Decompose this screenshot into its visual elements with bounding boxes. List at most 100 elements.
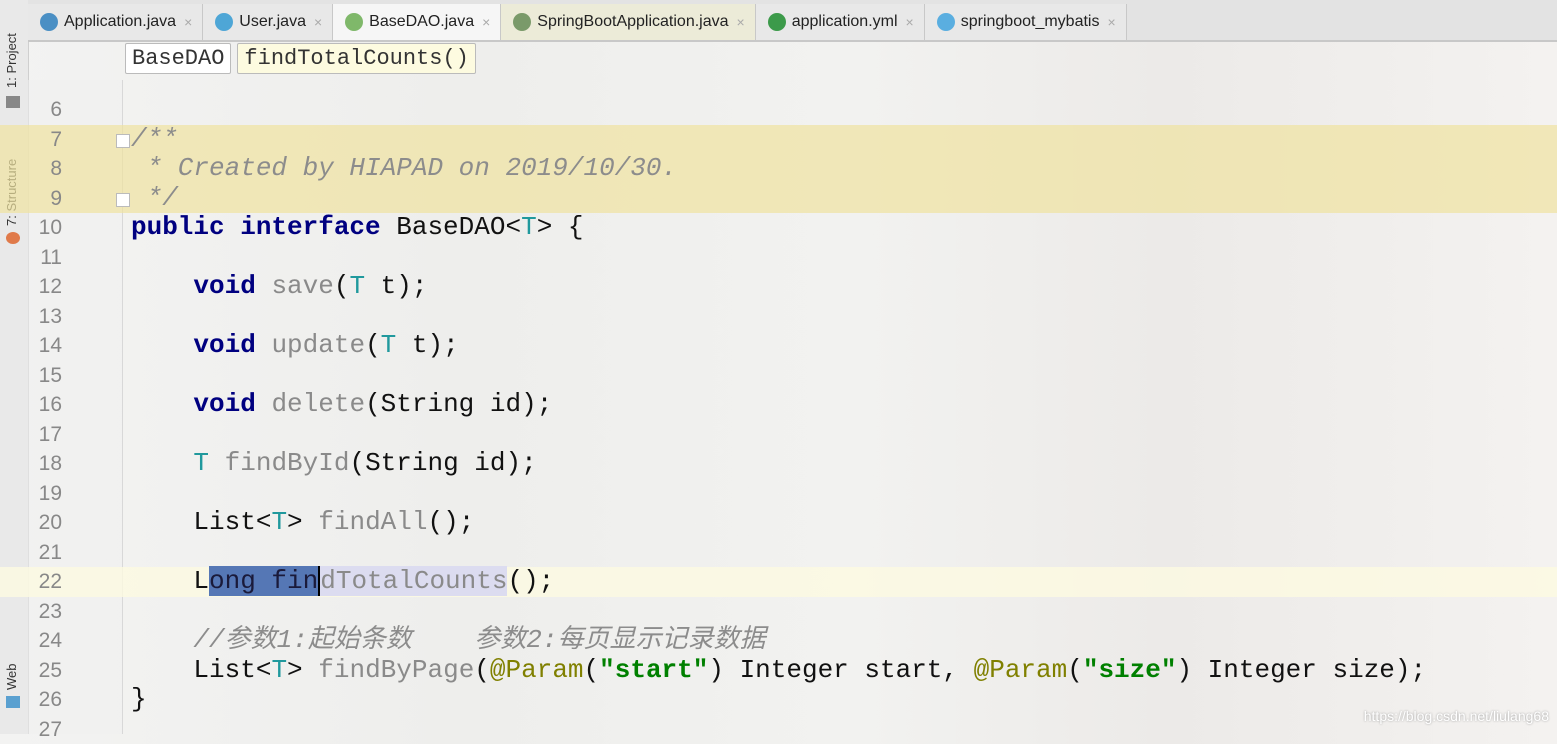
project-tool-button[interactable]: 1: Project <box>4 33 19 88</box>
code-token: ( <box>334 271 350 301</box>
code-line[interactable]: 16 void delete(String id); <box>0 390 1557 420</box>
code-text: /** <box>131 125 178 155</box>
tab-springboot-mybatis[interactable]: springboot_mybatis× <box>925 4 1127 40</box>
code-line[interactable]: 24 //参数1:起始条数 参数2:每页显示记录数据 <box>0 626 1557 656</box>
line-number: 20 <box>28 508 62 538</box>
tab-label: User.java <box>239 13 306 31</box>
code-line[interactable]: 6 <box>0 95 1557 125</box>
fold-marker-icon[interactable] <box>116 134 130 148</box>
fold-marker-icon[interactable] <box>116 193 130 207</box>
code-token: update <box>271 330 365 360</box>
code-line[interactable]: 14 void update(T t); <box>0 331 1557 361</box>
tab-basedao-java[interactable]: BaseDAO.java × <box>333 4 501 40</box>
line-number: 12 <box>28 272 62 302</box>
code-token: BaseDAO< <box>396 212 521 242</box>
code-editor[interactable]: 67/**8 * Created by HIAPAD on 2019/10/30… <box>0 95 1557 744</box>
code-token: //参数1:起始条数 参数2:每页显示记录数据 <box>193 625 765 655</box>
line-number: 8 <box>28 154 62 184</box>
code-token: T <box>271 507 287 537</box>
code-text: Long findTotalCounts(); <box>131 567 554 597</box>
line-number: 25 <box>28 656 62 686</box>
code-line[interactable]: 12 void save(T t); <box>0 272 1557 302</box>
code-token: T <box>271 655 287 685</box>
code-token: > <box>287 507 318 537</box>
tab-user-java[interactable]: User.java × <box>203 4 333 40</box>
code-token: (String id); <box>349 448 536 478</box>
code-token: > { <box>537 212 584 242</box>
code-line[interactable]: 19 <box>0 479 1557 509</box>
class-c-icon <box>215 13 233 31</box>
tab-label: BaseDAO.java <box>369 13 474 31</box>
code-token: void <box>193 330 271 360</box>
code-line[interactable]: 25 List<T> findByPage(@Param("start") In… <box>0 656 1557 686</box>
code-token: L <box>131 566 209 596</box>
line-number: 13 <box>28 302 62 332</box>
code-line[interactable]: 10public interface BaseDAO<T> { <box>0 213 1557 243</box>
code-text: } <box>131 685 147 715</box>
code-token: t); <box>396 330 458 360</box>
line-number: 21 <box>28 538 62 568</box>
tab-application-java[interactable]: Application.java × <box>28 4 203 40</box>
spring-leaf-icon <box>768 13 786 31</box>
close-icon[interactable]: × <box>314 14 322 30</box>
line-number: 14 <box>28 331 62 361</box>
close-icon[interactable]: × <box>1107 14 1115 30</box>
code-line[interactable]: 15 <box>0 361 1557 391</box>
code-line[interactable]: 27 <box>0 715 1557 744</box>
code-line[interactable]: 22 Long findTotalCounts(); <box>0 567 1557 597</box>
code-line[interactable]: 20 List<T> findAll(); <box>0 508 1557 538</box>
close-icon[interactable]: × <box>482 14 490 30</box>
spring-boot-app-icon <box>40 13 58 31</box>
code-token: List< <box>131 507 271 537</box>
line-number: 26 <box>28 685 62 715</box>
code-token: > <box>287 655 318 685</box>
code-token: t); <box>365 271 427 301</box>
line-number: 6 <box>28 95 62 125</box>
code-line[interactable]: 23 <box>0 597 1557 627</box>
close-icon[interactable]: × <box>184 14 192 30</box>
code-line[interactable]: 11 <box>0 243 1557 273</box>
line-number: 11 <box>28 243 62 273</box>
code-text: List<T> findByPage(@Param("start") Integ… <box>131 656 1426 686</box>
breadcrumb-method[interactable]: findTotalCounts() <box>237 43 475 74</box>
code-line[interactable]: 7/** <box>0 125 1557 155</box>
code-token: save <box>271 271 333 301</box>
code-text: void delete(String id); <box>131 390 552 420</box>
code-line[interactable]: 26} <box>0 685 1557 715</box>
code-token: T <box>349 271 365 301</box>
line-number: 16 <box>28 390 62 420</box>
code-token: (); <box>507 566 554 596</box>
line-number: 22 <box>28 567 62 597</box>
code-line[interactable]: 13 <box>0 302 1557 332</box>
code-token: public interface <box>131 212 396 242</box>
code-line[interactable]: 18 T findById(String id); <box>0 449 1557 479</box>
code-token <box>131 625 193 655</box>
code-line[interactable]: 9 */ <box>0 184 1557 214</box>
close-icon[interactable]: × <box>737 14 745 30</box>
watermark: https://blog.csdn.net/liulang68 <box>1364 708 1549 724</box>
code-line[interactable]: 8 * Created by HIAPAD on 2019/10/30. <box>0 154 1557 184</box>
code-token: T <box>381 330 397 360</box>
code-token <box>131 330 193 360</box>
tab-label: Application.java <box>64 13 176 31</box>
code-text: T findById(String id); <box>131 449 537 479</box>
annotation-icon <box>513 13 531 31</box>
code-token: ) Integer start, <box>708 655 973 685</box>
code-text: List<T> findAll(); <box>131 508 474 538</box>
code-line[interactable]: 21 <box>0 538 1557 568</box>
code-token: "start" <box>599 655 708 685</box>
code-token: ( <box>1067 655 1083 685</box>
code-line[interactable]: 17 <box>0 420 1557 450</box>
code-token: dTotalCounts <box>318 566 507 596</box>
line-number: 17 <box>28 420 62 450</box>
close-icon[interactable]: × <box>906 14 914 30</box>
code-token: "size" <box>1083 655 1177 685</box>
tab-springbootapplication-java[interactable]: SpringBootApplication.java× <box>501 4 755 40</box>
tab-application-yml[interactable]: application.yml× <box>756 4 925 40</box>
line-number: 10 <box>28 213 62 243</box>
code-token: } <box>131 684 147 714</box>
line-number: 15 <box>28 361 62 391</box>
breadcrumb: BaseDAO findTotalCounts() <box>125 43 476 74</box>
breadcrumb-class[interactable]: BaseDAO <box>125 43 231 74</box>
code-token: ) Integer size); <box>1176 655 1426 685</box>
